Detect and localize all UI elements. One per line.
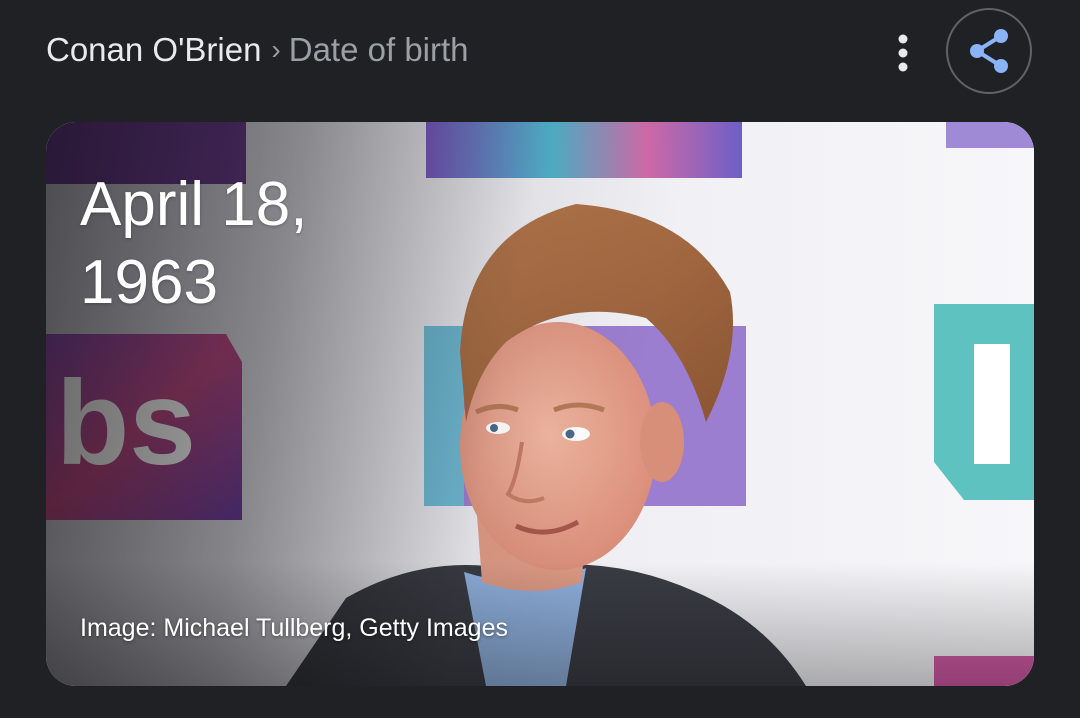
header: Conan O'Brien › Date of birth — [0, 0, 1080, 110]
more-options-button[interactable] — [878, 28, 928, 78]
date-of-birth-value: April 18, 1963 — [80, 166, 420, 322]
breadcrumb-entity[interactable]: Conan O'Brien — [46, 31, 261, 69]
date-line-1: April 18, — [80, 170, 308, 239]
share-button[interactable] — [946, 8, 1032, 94]
date-line-2: 1963 — [80, 248, 218, 317]
breadcrumb-attribute: Date of birth — [288, 31, 469, 68]
date-of-birth-card[interactable]: bs April 18, 1963 Image: Michael Tullber… — [46, 122, 1034, 686]
svg-text:bs: bs — [56, 356, 196, 490]
breadcrumb: Conan O'Brien › Date of birth — [46, 28, 469, 72]
share-icon — [970, 29, 1008, 73]
more-vert-icon — [898, 34, 908, 72]
breadcrumb-separator: › — [271, 34, 281, 65]
image-credit: Image: Michael Tullberg, Getty Images — [80, 614, 508, 642]
